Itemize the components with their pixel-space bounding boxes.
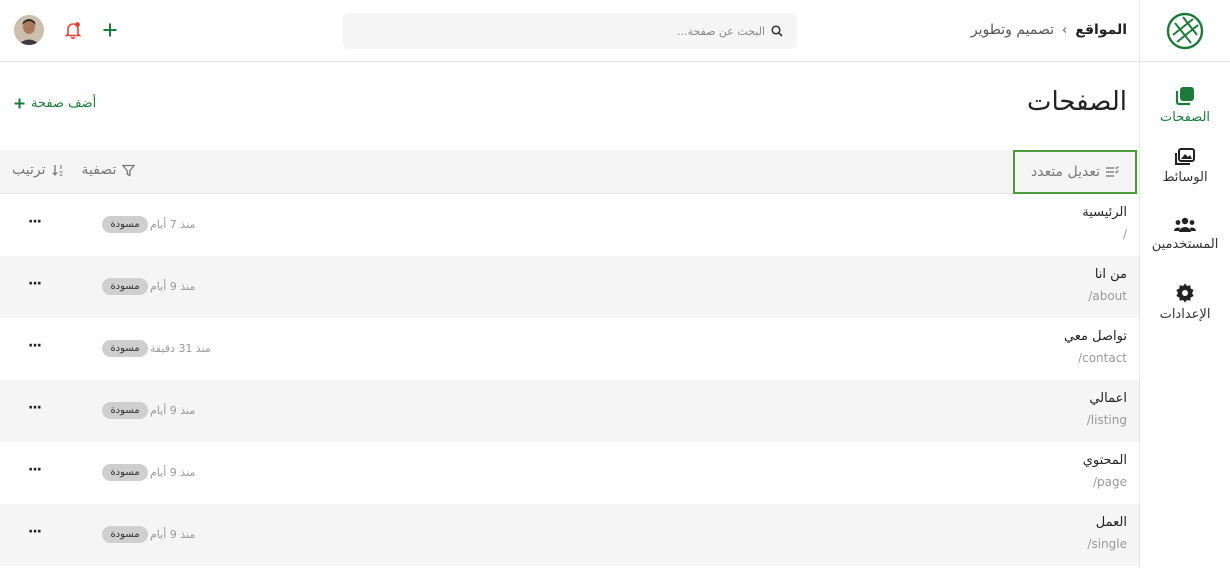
sidebar-item-users[interactable]: المستخدمين: [1140, 200, 1230, 268]
breadcrumb: المواقع › تصميم وتطوير: [971, 22, 1127, 38]
sidebar-item-label: الصفحات: [1160, 109, 1211, 125]
page-row-time: منذ 9 أيام: [150, 466, 196, 479]
breadcrumb-current[interactable]: تصميم وتطوير: [971, 22, 1054, 38]
checklist-icon: [1106, 166, 1119, 177]
bell-icon[interactable]: [64, 21, 82, 39]
sidebar-item-label: الإعدادات: [1159, 306, 1211, 322]
breadcrumb-root[interactable]: المواقع: [1075, 22, 1127, 38]
users-icon: [1174, 217, 1196, 232]
plus-icon[interactable]: [102, 22, 118, 38]
page-title: الصفحات: [1026, 87, 1127, 117]
filter-button[interactable]: تصفية: [82, 162, 136, 178]
header-actions: [14, 15, 118, 45]
sidebar-item-pages[interactable]: الصفحات: [1140, 78, 1230, 132]
filter-icon: [122, 164, 136, 177]
table-row[interactable]: اعمالي /listing منذ 9 أيام مسودة ···: [0, 380, 1139, 442]
page-row-slug: /single: [1087, 537, 1127, 551]
table-row[interactable]: المحتوي /page منذ 9 أيام مسودة ···: [0, 442, 1139, 504]
table-row[interactable]: من انا /about منذ 9 أيام مسودة ···: [0, 256, 1139, 318]
search-input[interactable]: [645, 24, 765, 38]
more-actions-button[interactable]: ···: [28, 276, 42, 292]
page-row-slug: /page: [1092, 475, 1127, 489]
sidebar-item-settings[interactable]: الإعدادات: [1140, 268, 1230, 336]
page-row-time: منذ 9 أيام: [150, 280, 196, 293]
sort-button[interactable]: ترتيب: [12, 162, 64, 178]
sidebar-item-label: الوسائط: [1162, 169, 1208, 185]
page-row-title: العمل: [1095, 515, 1127, 530]
page-row-time: منذ 7 أيام: [150, 218, 196, 231]
media-icon: [1175, 147, 1195, 165]
page-row-title: اعمالي: [1089, 391, 1127, 406]
logo-icon: [1166, 12, 1204, 49]
logo[interactable]: [1140, 0, 1230, 62]
table-row[interactable]: الرئيسية / منذ 7 أيام مسودة ···: [0, 194, 1139, 256]
sidebar: الصفحات الوسائط المستخدمين الإعدادات: [1139, 0, 1230, 568]
gear-icon: [1176, 283, 1194, 302]
avatar[interactable]: [14, 15, 44, 45]
page-row-title: من انا: [1094, 267, 1127, 282]
status-badge: مسودة: [102, 402, 148, 419]
table-row[interactable]: العمل /single منذ 9 أيام مسودة ···: [0, 504, 1139, 566]
status-badge: مسودة: [102, 526, 148, 543]
top-header: المواقع › تصميم وتطوير: [0, 0, 1139, 62]
more-actions-button[interactable]: ···: [28, 214, 42, 230]
table-toolbar: تعديل متعدد ترتيب تصفية: [0, 150, 1139, 194]
page-row-time: منذ 9 أيام: [150, 528, 196, 541]
status-badge: مسودة: [102, 340, 148, 357]
page-row-time: منذ 31 دقيقة: [150, 342, 211, 355]
status-badge: مسودة: [102, 278, 148, 295]
filter-sort-controls: ترتيب تصفية: [12, 162, 136, 178]
page-row-slug: /contact: [1078, 351, 1127, 365]
add-page-button[interactable]: أضف صفحة: [14, 96, 96, 111]
more-actions-button[interactable]: ···: [28, 338, 42, 354]
page-row-slug: /listing: [1086, 413, 1127, 427]
table-row[interactable]: تواصل معي /contact منذ 31 دقيقة مسودة ··…: [0, 318, 1139, 380]
page-row-title: المحتوي: [1082, 453, 1127, 468]
more-actions-button[interactable]: ···: [28, 524, 42, 540]
search-box[interactable]: [343, 13, 797, 49]
avatar-image: [14, 15, 44, 45]
search-icon: [771, 25, 783, 37]
page-row-slug: /: [1122, 227, 1127, 241]
main-content: الصفحات أضف صفحة تعديل متعدد ترتيب تصفية…: [0, 63, 1139, 568]
bulk-edit-label: تعديل متعدد: [1031, 164, 1101, 180]
filter-label: تصفية: [81, 162, 117, 178]
pages-list: الرئيسية / منذ 7 أيام مسودة ··· من انا /…: [0, 194, 1139, 566]
pages-icon: [1175, 86, 1194, 105]
sidebar-item-label: المستخدمين: [1151, 236, 1219, 252]
page-row-title: تواصل معي: [1063, 329, 1127, 344]
sort-icon: [51, 165, 62, 176]
bulk-edit-button[interactable]: تعديل متعدد: [1013, 150, 1137, 194]
status-badge: مسودة: [102, 216, 148, 233]
page-row-slug: /about: [1088, 289, 1127, 303]
add-page-label: أضف صفحة: [31, 96, 97, 111]
more-actions-button[interactable]: ···: [28, 462, 42, 478]
sort-label: ترتيب: [12, 162, 46, 178]
plus-icon: [14, 98, 25, 109]
chevron-icon: ›: [1062, 22, 1068, 38]
page-row-title: الرئيسية: [1082, 205, 1127, 220]
page-row-time: منذ 9 أيام: [150, 404, 196, 417]
sidebar-item-media[interactable]: الوسائط: [1140, 132, 1230, 200]
status-badge: مسودة: [102, 464, 148, 481]
more-actions-button[interactable]: ···: [28, 400, 42, 416]
